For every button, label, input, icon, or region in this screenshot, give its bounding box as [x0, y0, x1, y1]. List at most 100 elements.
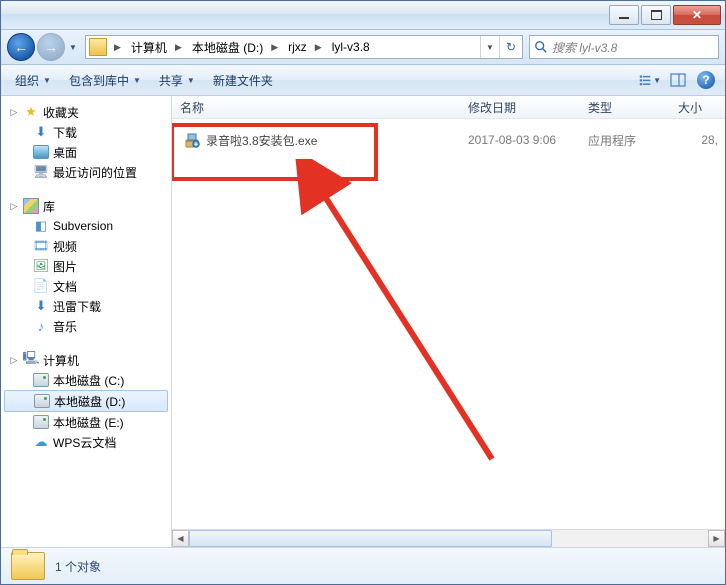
column-header-size[interactable]: 大小 — [670, 99, 725, 116]
libraries-node[interactable]: ▷ 库 — [1, 196, 171, 216]
drive-e-label: 本地磁盘 (E:) — [53, 414, 124, 431]
downloads-label: 下载 — [53, 124, 77, 141]
column-header-type[interactable]: 类型 — [580, 99, 670, 116]
folder-large-icon — [11, 552, 45, 580]
chevron-right-icon[interactable]: ▶ — [110, 42, 125, 53]
preview-pane-icon — [670, 72, 686, 88]
status-item-count: 1 个对象 — [55, 558, 101, 575]
maximize-button[interactable] — [641, 5, 671, 25]
search-box[interactable]: 搜索 lyl-v3.8 — [529, 35, 719, 59]
breadcrumb-computer[interactable]: 计算机 — [125, 36, 171, 58]
history-dropdown[interactable]: ▼ — [67, 38, 79, 56]
recent-places-node[interactable]: 🖥 最近访问的位置 — [1, 162, 171, 182]
scroll-thumb[interactable] — [189, 530, 552, 547]
expander-icon[interactable]: ▷ — [9, 201, 19, 212]
cloud-icon: ☁ — [33, 434, 49, 450]
body: ▷ ★ 收藏夹 ⬇ 下载 桌面 🖥 最近访问的位置 — [1, 96, 725, 547]
chevron-down-icon: ▼ — [653, 76, 661, 85]
desktop-icon — [33, 145, 49, 159]
music-node[interactable]: ♪ 音乐 — [1, 316, 171, 336]
annotation-arrow — [292, 159, 532, 489]
file-size: 28, — [670, 133, 725, 147]
drive-icon — [33, 415, 49, 429]
wps-cloud-node[interactable]: ☁ WPS云文档 — [1, 432, 171, 452]
column-headers: 名称 修改日期 类型 大小 — [172, 96, 725, 119]
chevron-down-icon: ▼ — [43, 76, 51, 85]
refresh-button[interactable]: ↻ — [499, 36, 522, 58]
scroll-left-button[interactable]: ◀ — [172, 530, 189, 547]
pictures-node[interactable]: 🖼 图片 — [1, 256, 171, 276]
scroll-right-button[interactable]: ▶ — [708, 530, 725, 547]
star-icon: ★ — [23, 104, 39, 120]
status-bar: 1 个对象 — [1, 547, 725, 584]
svn-label: Subversion — [53, 219, 113, 233]
file-list[interactable]: 录音啦3.8安装包.exe 2017-08-03 9:06 应用程序 28, — [172, 119, 725, 529]
favorites-node[interactable]: ▷ ★ 收藏夹 — [1, 102, 171, 122]
help-button[interactable]: ? — [695, 69, 717, 91]
new-folder-button[interactable]: 新建文件夹 — [207, 70, 279, 91]
computer-icon: 🖳 — [23, 352, 39, 368]
breadcrumb-folder-rjxz[interactable]: rjxz — [282, 36, 311, 58]
close-icon: ✕ — [692, 8, 702, 22]
expander-icon[interactable]: ▷ — [9, 355, 19, 366]
breadcrumb-folder-lyl[interactable]: lyl-v3.8 — [326, 36, 374, 58]
svn-icon: ◧ — [33, 218, 49, 234]
scroll-track[interactable] — [189, 530, 708, 547]
preview-pane-button[interactable] — [667, 69, 689, 91]
arrow-right-icon: → — [44, 39, 58, 55]
chevron-right-icon[interactable]: ▶ — [311, 42, 326, 53]
drive-c-node[interactable]: 本地磁盘 (C:) — [1, 370, 171, 390]
address-bar[interactable]: ▶ 计算机 ▶ 本地磁盘 (D:) ▶ rjxz ▶ lyl-v3.8 ▼ ↻ — [85, 35, 523, 59]
chevron-right-icon[interactable]: ▶ — [171, 42, 186, 53]
forward-button[interactable]: → — [37, 33, 65, 61]
installer-icon — [184, 132, 200, 148]
address-dropdown[interactable]: ▼ — [480, 36, 499, 58]
drive-d-node[interactable]: 本地磁盘 (D:) — [4, 390, 168, 412]
chevron-right-icon[interactable]: ▶ — [267, 42, 282, 53]
desktop-node[interactable]: 桌面 — [1, 142, 171, 162]
xunlei-node[interactable]: ⬇ 迅雷下载 — [1, 296, 171, 316]
downloads-node[interactable]: ⬇ 下载 — [1, 122, 171, 142]
file-date: 2017-08-03 9:06 — [460, 133, 580, 147]
music-label: 音乐 — [53, 318, 77, 335]
file-type: 应用程序 — [580, 132, 670, 149]
search-icon — [534, 40, 548, 54]
desktop-label: 桌面 — [53, 144, 77, 161]
drive-icon — [33, 373, 49, 387]
help-icon: ? — [697, 71, 715, 89]
include-in-library-menu[interactable]: 包含到库中 ▼ — [63, 70, 147, 91]
close-button[interactable]: ✕ — [673, 5, 721, 25]
breadcrumb-drive[interactable]: 本地磁盘 (D:) — [186, 36, 267, 58]
column-header-modified[interactable]: 修改日期 — [460, 99, 580, 116]
folder-icon — [89, 38, 107, 56]
navigation-pane[interactable]: ▷ ★ 收藏夹 ⬇ 下载 桌面 🖥 最近访问的位置 — [1, 96, 172, 547]
column-header-name[interactable]: 名称 — [172, 99, 460, 116]
view-mode-button[interactable]: ▼ — [639, 69, 661, 91]
pictures-label: 图片 — [53, 258, 77, 275]
libraries-icon — [23, 198, 39, 214]
videos-node[interactable]: 🎞 视频 — [1, 236, 171, 256]
share-menu[interactable]: 共享 ▼ — [153, 70, 201, 91]
computer-group: ▷ 🖳 计算机 本地磁盘 (C:) 本地磁盘 (D:) 本地磁盘 (E:) — [1, 350, 171, 452]
horizontal-scrollbar[interactable]: ◀ ▶ — [172, 529, 725, 547]
drive-d-label: 本地磁盘 (D:) — [54, 393, 125, 410]
computer-node[interactable]: ▷ 🖳 计算机 — [1, 350, 171, 370]
libraries-group: ▷ 库 ◧ Subversion 🎞 视频 🖼 图片 📄 — [1, 196, 171, 336]
documents-node[interactable]: 📄 文档 — [1, 276, 171, 296]
file-row[interactable]: 录音啦3.8安装包.exe 2017-08-03 9:06 应用程序 28, — [172, 129, 725, 151]
search-placeholder: 搜索 lyl-v3.8 — [552, 39, 617, 56]
titlebar: ✕ — [1, 1, 725, 30]
chevron-down-icon: ▼ — [133, 76, 141, 85]
subversion-node[interactable]: ◧ Subversion — [1, 216, 171, 236]
refresh-icon: ↻ — [506, 40, 516, 54]
nav-history: ← → ▼ — [7, 33, 79, 61]
navigation-bar: ← → ▼ ▶ 计算机 ▶ 本地磁盘 (D:) ▶ rjxz ▶ lyl-v3.… — [1, 30, 725, 65]
back-button[interactable]: ← — [7, 33, 35, 61]
video-label: 视频 — [53, 238, 77, 255]
minimize-button[interactable] — [609, 5, 639, 25]
expander-icon[interactable]: ▷ — [9, 107, 19, 118]
drive-e-node[interactable]: 本地磁盘 (E:) — [1, 412, 171, 432]
favorites-label: 收藏夹 — [43, 104, 79, 121]
new-folder-label: 新建文件夹 — [213, 72, 273, 89]
organize-menu[interactable]: 组织 ▼ — [9, 70, 57, 91]
